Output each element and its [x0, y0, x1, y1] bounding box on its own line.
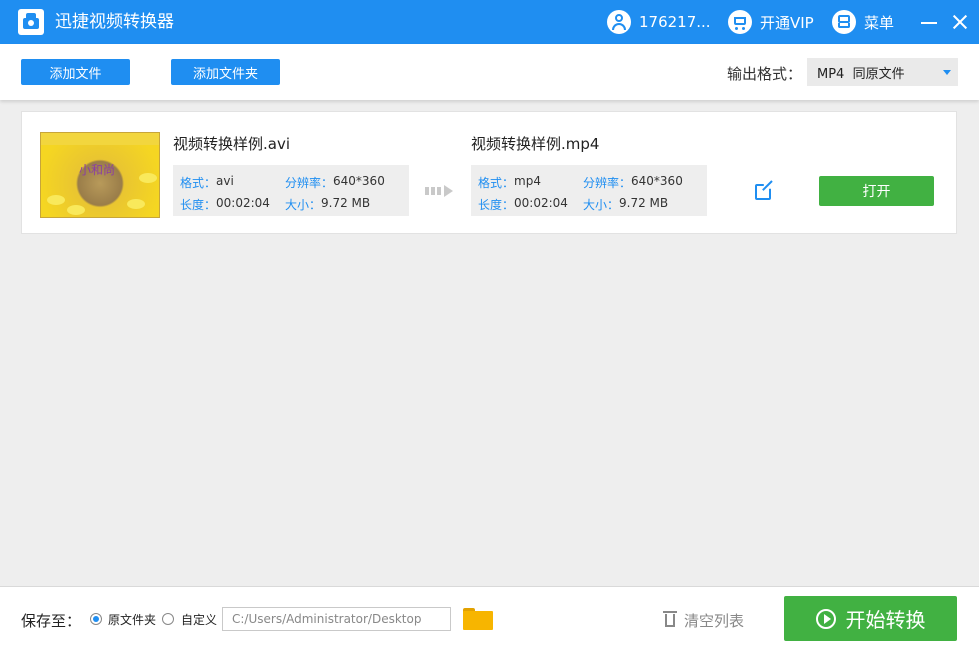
original-folder-label: 原文件夹	[108, 613, 157, 627]
play-icon	[815, 608, 836, 629]
target-file-name: 视频转换样例.mp4	[471, 135, 600, 153]
add-file-button[interactable]: 添加文件	[21, 59, 130, 85]
minimize-button[interactable]	[917, 10, 941, 34]
target-format: mp4	[514, 174, 541, 188]
source-duration: 00:02:04	[216, 196, 270, 210]
size-key: 大小：	[285, 198, 322, 212]
menu-button[interactable]: 菜单	[832, 9, 894, 35]
trash-icon[interactable]	[663, 611, 677, 627]
source-format: avi	[216, 174, 234, 188]
source-file-name: 视频转换样例.avi	[173, 135, 291, 153]
start-convert-label: 开始转换	[845, 608, 926, 632]
save-to-label: 保存至：	[21, 612, 82, 630]
output-format-label: 输出格式：	[727, 65, 803, 83]
save-path-input[interactable]: C:/Users/Administrator/Desktop	[222, 607, 451, 631]
duration-key: 长度：	[478, 198, 515, 212]
output-format-value: MP4 同原文件	[817, 66, 905, 82]
target-size: 9.72 MB	[619, 196, 669, 210]
radio-custom[interactable]	[162, 613, 174, 625]
edit-icon[interactable]	[755, 180, 775, 201]
close-button[interactable]	[948, 10, 972, 34]
user-icon	[607, 10, 631, 34]
duration-key: 长度：	[180, 198, 217, 212]
format-key: 格式：	[180, 176, 217, 190]
convert-arrow-icon	[425, 185, 455, 197]
start-convert-button[interactable]: 开始转换	[784, 596, 957, 641]
resolution-key: 分辨率：	[583, 176, 632, 190]
bottom-bar: 保存至： 原文件夹 自定义 C:/Users/Administrator/Des…	[0, 586, 979, 650]
output-format-select[interactable]: MP4 同原文件	[807, 58, 958, 86]
layers-icon	[832, 10, 856, 34]
vip-label: 开通VIP	[760, 13, 814, 32]
user-account-button[interactable]: 176217...	[607, 9, 711, 35]
target-file-info: 格式： mp4 分辨率： 640*360 长度： 00:02:04 大小： 9.72 M…	[471, 165, 707, 216]
menu-label: 菜单	[864, 13, 895, 32]
title-bar: 迅捷视频转换器 176217... 开通VIP 菜单	[0, 0, 979, 44]
thumbnail-title: 小和尚	[79, 163, 116, 177]
target-resolution: 640*360	[631, 174, 683, 188]
chevron-down-icon	[943, 70, 951, 75]
app-logo-icon	[18, 9, 44, 35]
resolution-key: 分辨率：	[285, 176, 334, 190]
target-duration: 00:02:04	[514, 196, 568, 210]
folder-icon[interactable]	[463, 608, 493, 630]
source-resolution: 640*360	[333, 174, 385, 188]
video-thumbnail: 小和尚	[40, 132, 160, 218]
source-size: 9.72 MB	[321, 196, 371, 210]
app-title: 迅捷视频转换器	[55, 12, 174, 32]
toolbar: 添加文件 添加文件夹 输出格式： MP4 同原文件	[0, 44, 979, 100]
format-key: 格式：	[478, 176, 515, 190]
open-button[interactable]: 打开	[819, 176, 934, 206]
radio-original-folder[interactable]	[90, 613, 102, 625]
file-item: 小和尚 视频转换样例.avi 格式： avi 分辨率： 640*360 长度： 00:…	[21, 111, 957, 234]
vip-button[interactable]: 开通VIP	[728, 9, 814, 35]
source-file-info: 格式： avi 分辨率： 640*360 长度： 00:02:04 大小： 9.72 M…	[173, 165, 409, 216]
size-key: 大小：	[583, 198, 620, 212]
user-label: 176217...	[639, 13, 711, 31]
custom-label: 自定义	[181, 613, 218, 627]
cart-icon	[728, 10, 752, 34]
add-folder-button[interactable]: 添加文件夹	[171, 59, 280, 85]
clear-list-button[interactable]: 清空列表	[684, 610, 744, 631]
